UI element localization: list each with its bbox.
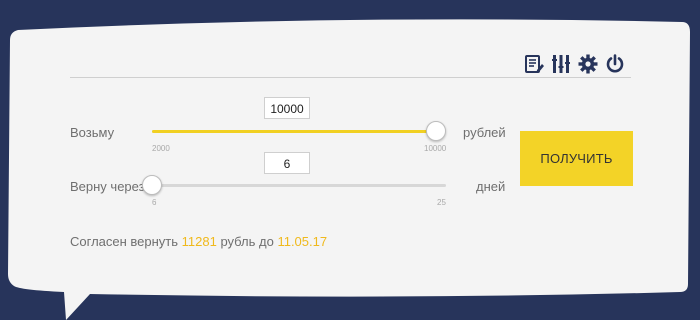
agreement-date: 11.05.17 bbox=[277, 234, 328, 249]
term-slider-handle[interactable] bbox=[142, 175, 162, 195]
header-divider bbox=[70, 77, 631, 78]
amount-value-field[interactable]: 10000 bbox=[264, 97, 310, 119]
loan-calculator: 10000 Возьму 2000 10000 рублей 6 Верну ч… bbox=[0, 0, 700, 320]
amount-slider-fill bbox=[152, 130, 436, 133]
term-value-field[interactable]: 6 bbox=[264, 152, 310, 174]
term-max-label: 25 bbox=[437, 198, 446, 207]
term-unit: дней bbox=[476, 179, 506, 194]
tools-icon[interactable] bbox=[550, 53, 571, 75]
term-slider-track[interactable] bbox=[152, 184, 446, 187]
amount-unit: рублей bbox=[463, 125, 506, 140]
document-edit-icon[interactable] bbox=[523, 53, 544, 75]
amount-slider-track[interactable] bbox=[152, 130, 436, 133]
agreement-prefix: Согласен вернуть bbox=[70, 234, 182, 249]
power-icon[interactable] bbox=[604, 53, 625, 75]
amount-label: Возьму bbox=[70, 125, 115, 140]
term-min-label: 6 bbox=[152, 198, 157, 207]
gear-icon[interactable] bbox=[577, 53, 598, 75]
term-label: Верну через bbox=[70, 179, 145, 194]
toolbar bbox=[523, 52, 625, 76]
amount-min-label: 2000 bbox=[152, 144, 170, 153]
amount-slider-handle[interactable] bbox=[426, 121, 446, 141]
amount-max-label: 10000 bbox=[424, 144, 447, 153]
agreement-text: Согласен вернуть 11281 рубль до 11.05.17 bbox=[70, 234, 327, 249]
agreement-sum: 11281 bbox=[181, 234, 217, 249]
agreement-middle: рубль до bbox=[216, 234, 278, 249]
get-loan-button[interactable]: ПОЛУЧИТЬ bbox=[520, 131, 633, 186]
